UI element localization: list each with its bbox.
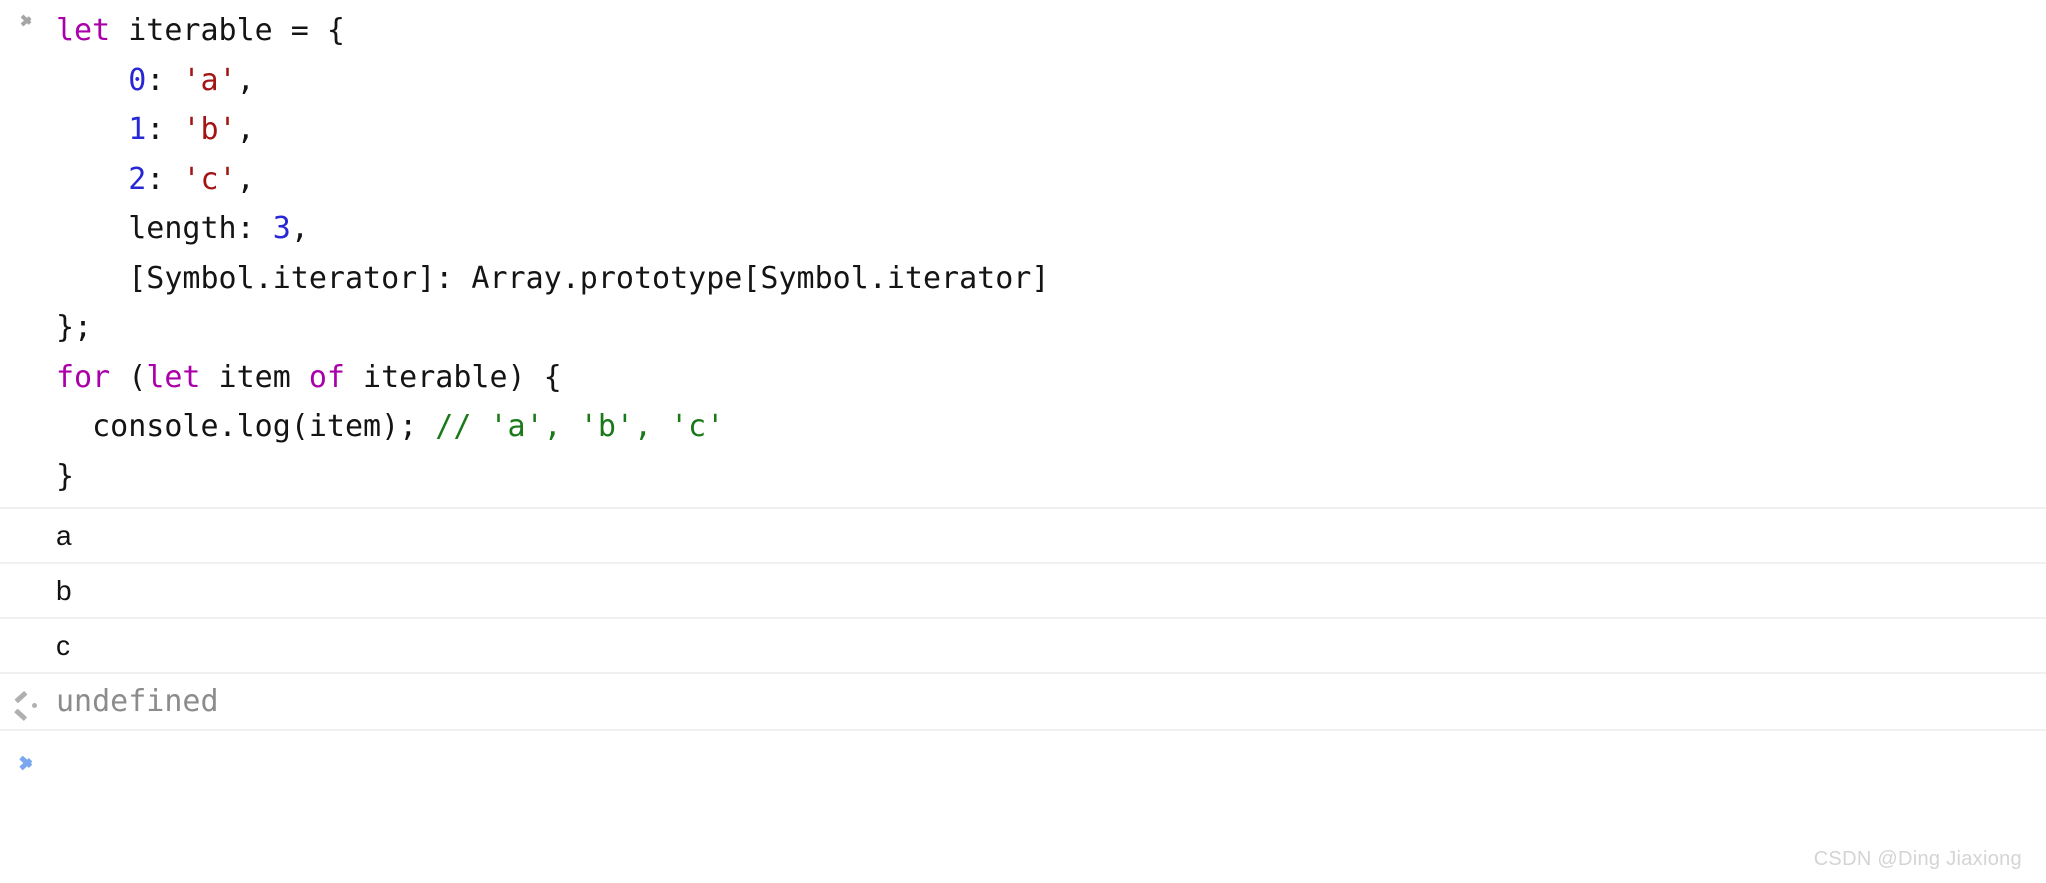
code-token-plain: length: [56, 211, 273, 246]
console-log-text: a [56, 519, 72, 551]
code-token-plain: , [236, 161, 255, 197]
code-token-plain: iterable = { [110, 13, 345, 48]
prompt-gutter [0, 747, 56, 772]
code-token-number: 2 [128, 161, 147, 197]
code-token-keyword: for [56, 359, 111, 395]
code-token-string: 'c' [182, 161, 237, 197]
code-token-string: 'b' [182, 112, 237, 147]
console-result-value: undefined [56, 683, 219, 719]
console-log-entry: a [0, 509, 2046, 564]
console-log-text: c [56, 629, 70, 661]
code-line: 1: 'b', [56, 105, 1049, 155]
console-log-rows: abc [0, 509, 2046, 674]
watermark-text: CSDN @Ding Jiaxiong [1813, 848, 2022, 870]
console-log-text: b [56, 574, 72, 606]
console-log-entry: c [0, 619, 2046, 674]
code-line: for (let item of iterable) { [56, 353, 1049, 403]
code-line: } [56, 452, 1049, 502]
code-token-plain: ( [110, 359, 147, 395]
result-gutter [0, 688, 56, 721]
code-token-plain: }; [56, 310, 93, 345]
console-result-entry: undefined [0, 674, 2046, 731]
code-token-keyword: of [308, 359, 345, 395]
console-command-code[interactable]: let iterable = { 0: 'a', 1: 'b', 2: 'c',… [56, 6, 1049, 501]
code-token-string: 'a' [182, 62, 237, 98]
log-gutter [0, 533, 56, 539]
console-log-entry: b [0, 564, 2046, 619]
code-token-plain: } [56, 458, 75, 494]
code-line: 0: 'a', [56, 56, 1049, 106]
code-token-plain: iterable) { [345, 359, 562, 395]
code-token-plain: item [200, 359, 309, 395]
code-line: let iterable = { [56, 6, 1049, 56]
code-token-plain: : [146, 161, 183, 197]
code-token-plain: : [146, 62, 183, 98]
code-line: [Symbol.iterator]: Array.prototype[Symbo… [56, 254, 1049, 304]
log-gutter [0, 588, 56, 594]
chevron-right-icon[interactable] [20, 753, 37, 772]
code-token-number: 0 [128, 62, 147, 98]
code-token-number: 1 [128, 112, 147, 147]
devtools-console-panel: let iterable = { 0: 'a', 1: 'b', 2: 'c',… [0, 0, 2046, 883]
console-prompt-entry[interactable] [0, 731, 2046, 788]
code-line: length: 3, [56, 204, 1049, 254]
code-token-comment: // 'a', 'b', 'c' [435, 409, 725, 444]
code-token-plain: , [236, 112, 255, 147]
code-token-plain: console.log(item); [56, 409, 436, 444]
code-line: }; [56, 303, 1049, 353]
code-token-keyword: let [56, 13, 111, 48]
arrow-left-return-icon [14, 690, 41, 721]
code-token-plain: , [290, 211, 309, 246]
code-token-plain: : [146, 112, 183, 147]
chevron-right-icon [21, 12, 36, 27]
console-prompt-input[interactable] [56, 742, 2046, 777]
code-token-keyword: let [146, 359, 201, 395]
code-token-number: 3 [272, 211, 291, 246]
code-line: 2: 'c', [56, 155, 1049, 205]
console-command-entry[interactable]: let iterable = { 0: 'a', 1: 'b', 2: 'c',… [0, 0, 2046, 509]
code-token-plain: [Symbol.iterator]: Array.prototype[Symbo… [56, 260, 1050, 296]
log-gutter [0, 643, 56, 649]
code-line: console.log(item); // 'a', 'b', 'c' [56, 402, 1049, 452]
command-gutter [0, 6, 56, 27]
code-token-plain: , [236, 62, 255, 98]
